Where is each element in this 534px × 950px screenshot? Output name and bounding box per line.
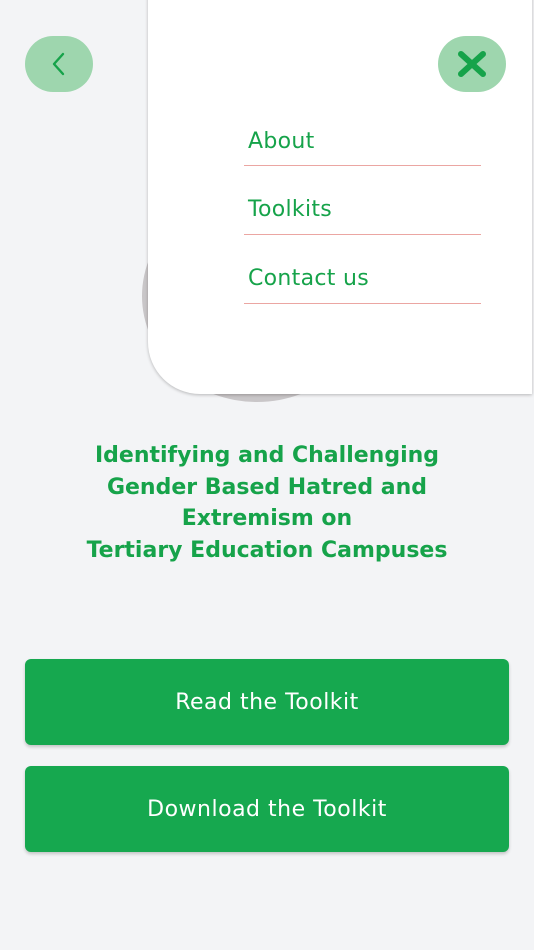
page-title: Identifying and Challenging Gender Based…	[30, 440, 504, 566]
read-toolkit-button[interactable]: Read the Toolkit	[25, 659, 509, 745]
screen: About Toolkits Contact us Identifying an…	[0, 0, 534, 950]
menu-item-contact-us[interactable]: Contact us	[244, 235, 481, 304]
menu-list: About Toolkits Contact us	[244, 116, 481, 304]
title-line: Gender Based Hatred and	[106, 474, 428, 500]
chevron-left-icon	[52, 52, 65, 76]
menu-item-label: About	[248, 129, 315, 154]
title-line: Identifying and Challenging	[94, 443, 440, 468]
menu-item-label: Contact us	[248, 265, 369, 291]
menu-item-about[interactable]: About	[244, 116, 481, 166]
menu-item-label: Toolkits	[248, 196, 333, 222]
title-line: Tertiary Education Campuses	[86, 537, 448, 563]
close-icon	[458, 51, 486, 77]
download-toolkit-button[interactable]: Download the Toolkit	[25, 766, 509, 852]
back-button[interactable]	[25, 36, 93, 92]
dropdown-menu: About Toolkits Contact us	[148, 0, 532, 394]
title-line: Extremism on	[181, 506, 353, 531]
menu-item-toolkits[interactable]: Toolkits	[244, 166, 481, 235]
close-menu-button[interactable]	[438, 36, 506, 92]
